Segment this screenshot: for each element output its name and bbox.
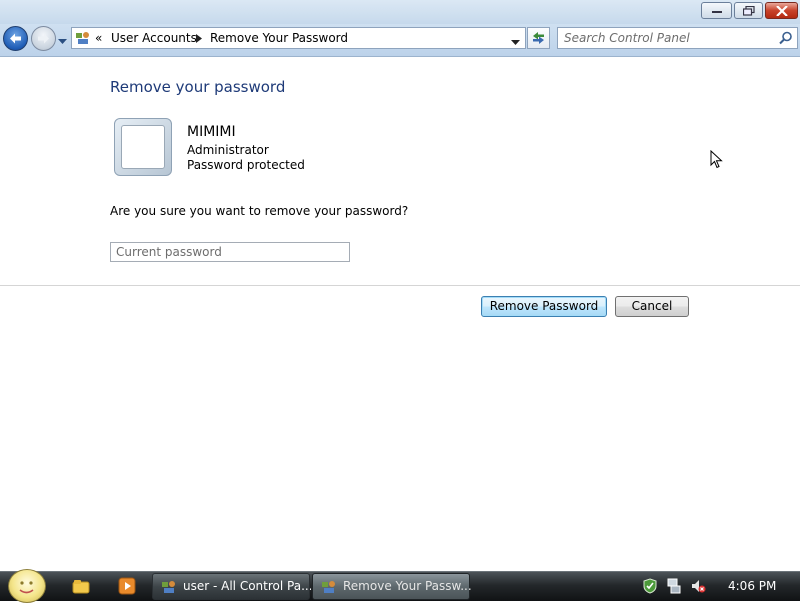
search-icon[interactable]: [779, 31, 793, 48]
start-button[interactable]: [8, 569, 46, 603]
security-shield-icon[interactable]: [642, 578, 658, 597]
address-dropdown-icon[interactable]: [511, 35, 520, 49]
divider: [0, 285, 800, 286]
refresh-button[interactable]: [527, 27, 550, 49]
title-bar: [0, 0, 800, 24]
media-player-icon: [118, 577, 136, 595]
avatar: [114, 118, 172, 176]
network-icon[interactable]: [666, 578, 682, 597]
maximize-button[interactable]: [734, 2, 763, 19]
breadcrumb-remove-password[interactable]: Remove Your Password: [210, 31, 348, 45]
clock[interactable]: 4:06 PM: [728, 579, 776, 593]
remove-password-button[interactable]: Remove Password: [481, 296, 607, 317]
user-status: Password protected: [187, 158, 305, 172]
minimize-icon: [702, 3, 731, 18]
taskbar: user - All Control Pa... Remove Your Pas…: [0, 569, 800, 603]
user-role: Administrator: [187, 143, 269, 157]
forward-button[interactable]: [31, 26, 56, 51]
taskbar-item-label: user - All Control Pa...: [183, 579, 311, 593]
quick-launch-media-player[interactable]: [118, 577, 136, 595]
page-title: Remove your password: [110, 78, 286, 96]
forward-arrow-icon: [38, 33, 49, 44]
refresh-icon: [533, 32, 544, 44]
control-panel-icon: [162, 581, 175, 593]
content-pane: Remove your password MIMIMI Administrato…: [0, 57, 800, 571]
cancel-button[interactable]: Cancel: [615, 296, 689, 317]
quick-launch-explorer[interactable]: [72, 577, 90, 595]
folder-icon: [72, 580, 90, 594]
chevron-down-icon: [58, 39, 67, 44]
close-icon: [766, 3, 797, 18]
restore-icon: [735, 3, 762, 18]
breadcrumb-separator-icon[interactable]: [196, 32, 202, 46]
search-box[interactable]: [557, 27, 798, 49]
user-accounts-icon: [322, 581, 335, 593]
control-panel-icon: [76, 32, 89, 44]
user-name: MIMIMI: [187, 124, 236, 140]
recent-pages-dropdown[interactable]: [58, 34, 67, 48]
minimize-button[interactable]: [701, 2, 732, 19]
taskbar-item-remove-password[interactable]: Remove Your Passw...: [312, 573, 471, 600]
confirmation-question: Are you sure you want to remove your pas…: [110, 204, 409, 218]
breadcrumb-overflow[interactable]: «: [95, 31, 102, 45]
back-button[interactable]: [3, 26, 28, 51]
taskbar-item-label: Remove Your Passw...: [343, 579, 471, 593]
navigation-bar: « User Accounts Remove Your Password: [0, 24, 800, 57]
mouse-pointer-icon: [710, 149, 724, 173]
breadcrumb-user-accounts[interactable]: User Accounts: [111, 31, 197, 45]
close-button[interactable]: [765, 2, 798, 19]
smiley-icon: [19, 581, 34, 594]
search-input[interactable]: [564, 30, 769, 46]
current-password-field[interactable]: [110, 242, 350, 262]
address-bar[interactable]: « User Accounts Remove Your Password: [71, 27, 526, 49]
back-arrow-icon: [10, 33, 21, 44]
volume-muted-icon[interactable]: [690, 578, 706, 597]
user-picture: [121, 125, 165, 169]
taskbar-item-control-panel[interactable]: user - All Control Pa...: [152, 573, 311, 600]
